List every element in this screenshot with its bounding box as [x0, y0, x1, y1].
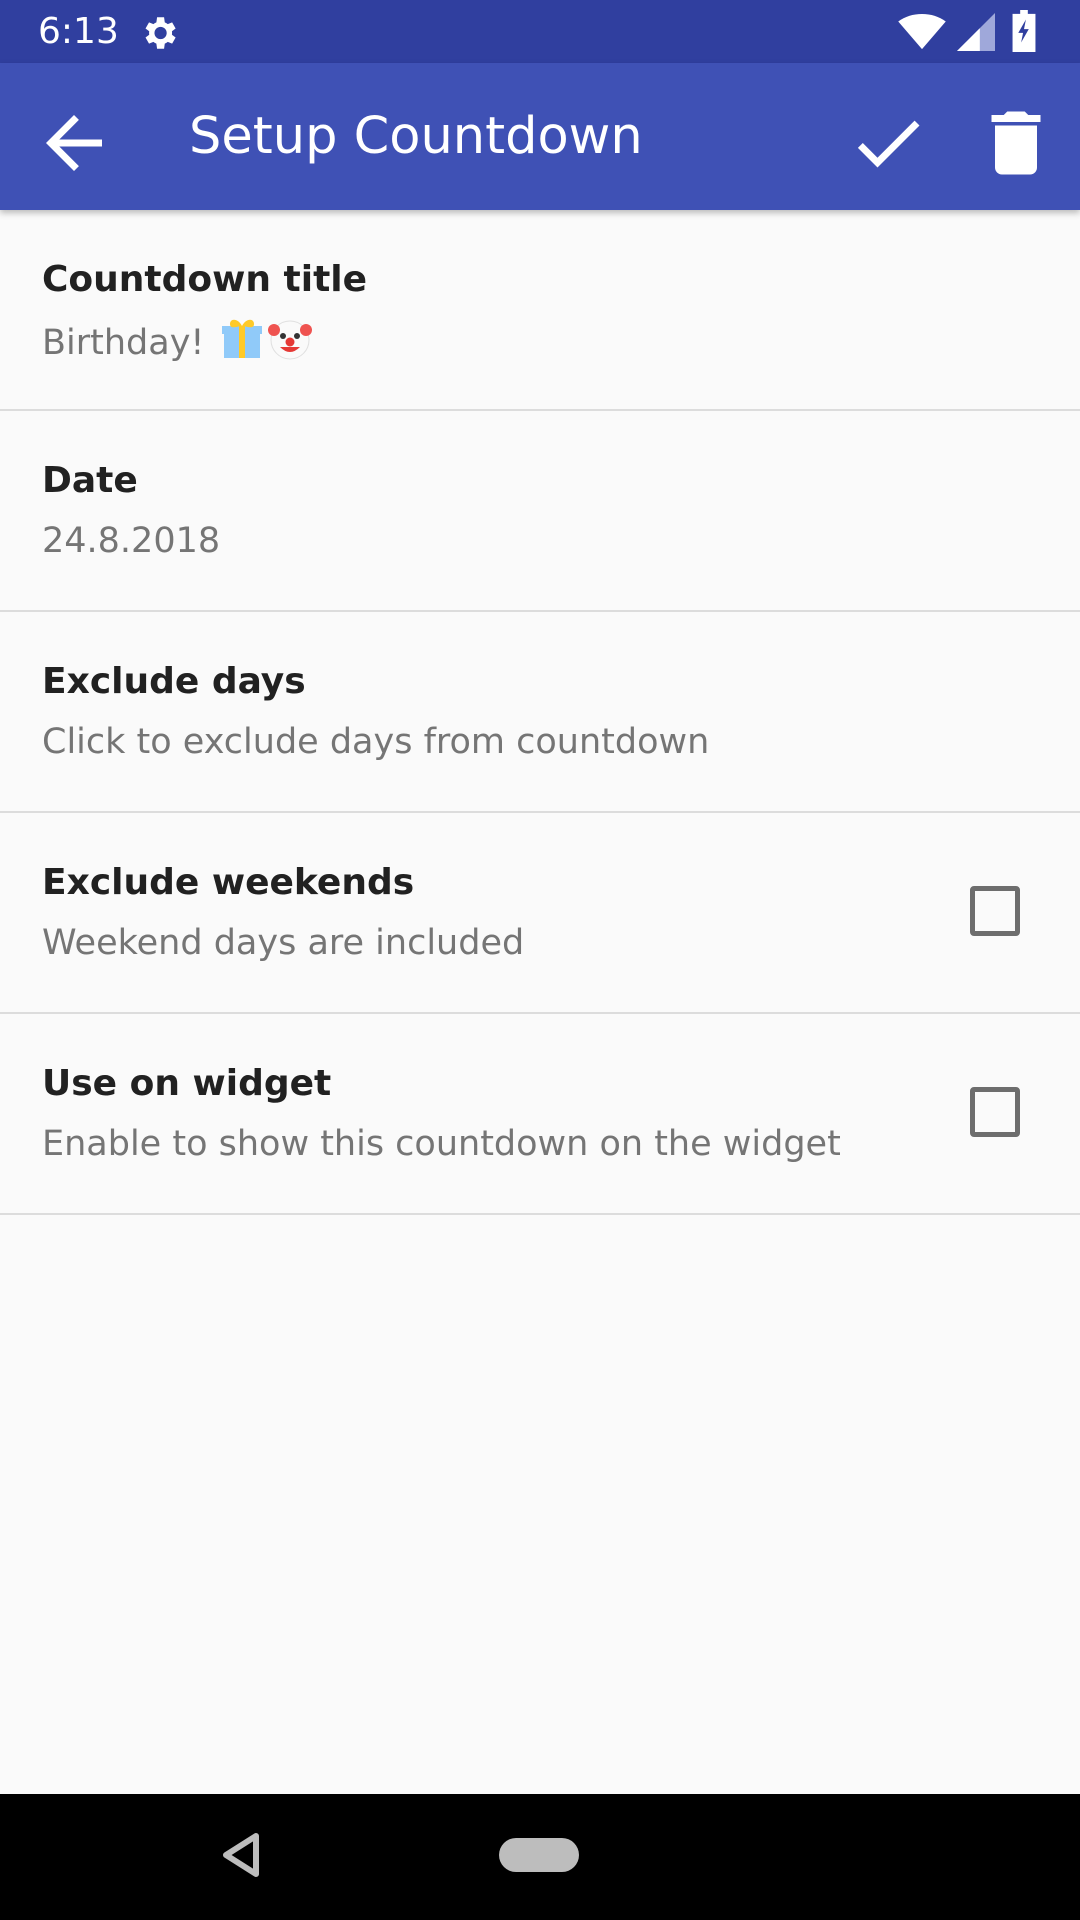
setting-subtitle: 24.8.2018 — [42, 521, 221, 561]
check-icon[interactable] — [846, 101, 930, 185]
wifi-icon — [897, 13, 947, 51]
use-on-widget-checkbox[interactable] — [970, 1087, 1020, 1137]
setting-subtitle: Weekend days are included — [42, 923, 525, 963]
setting-subtitle: Click to exclude days from countdown — [42, 722, 710, 762]
setting-title: Date — [42, 460, 138, 501]
arrow-back-icon[interactable] — [32, 101, 116, 185]
setting-subtitle: Enable to show this countdown on the wid… — [42, 1124, 841, 1164]
setting-subtitle: Birthday! — [42, 318, 312, 371]
signal-icon — [957, 13, 995, 51]
gift-emoji — [221, 318, 262, 371]
battery-charging-icon — [1012, 10, 1036, 52]
settings-list: Countdown title Birthday! Date 24.8.2018… — [0, 210, 1080, 1215]
setting-title: Exclude weekends — [42, 862, 415, 903]
setting-title: Countdown title — [42, 259, 368, 300]
status-time: 6:13 — [38, 11, 119, 52]
countdown-title-value: Birthday! — [42, 323, 216, 363]
nav-back-icon[interactable] — [218, 1830, 262, 1880]
nav-home-pill[interactable] — [499, 1838, 579, 1872]
setting-countdown-title[interactable]: Countdown title Birthday! — [0, 210, 1080, 411]
gear-icon — [138, 12, 180, 54]
setting-exclude-weekends[interactable]: Exclude weekends Weekend days are includ… — [0, 813, 1080, 1014]
setting-use-on-widget[interactable]: Use on widget Enable to show this countd… — [0, 1014, 1080, 1215]
exclude-weekends-checkbox[interactable] — [970, 886, 1020, 936]
app-bar: Setup Countdown — [0, 63, 1080, 210]
status-bar: 6:13 — [0, 0, 1080, 63]
setting-title: Use on widget — [42, 1063, 332, 1104]
page-title: Setup Countdown — [189, 107, 643, 166]
clown-emoji — [267, 318, 312, 371]
setting-title: Exclude days — [42, 661, 306, 702]
setting-date[interactable]: Date 24.8.2018 — [0, 411, 1080, 612]
trash-icon[interactable] — [974, 101, 1058, 185]
setting-exclude-days[interactable]: Exclude days Click to exclude days from … — [0, 612, 1080, 813]
navigation-bar — [0, 1794, 1080, 1920]
